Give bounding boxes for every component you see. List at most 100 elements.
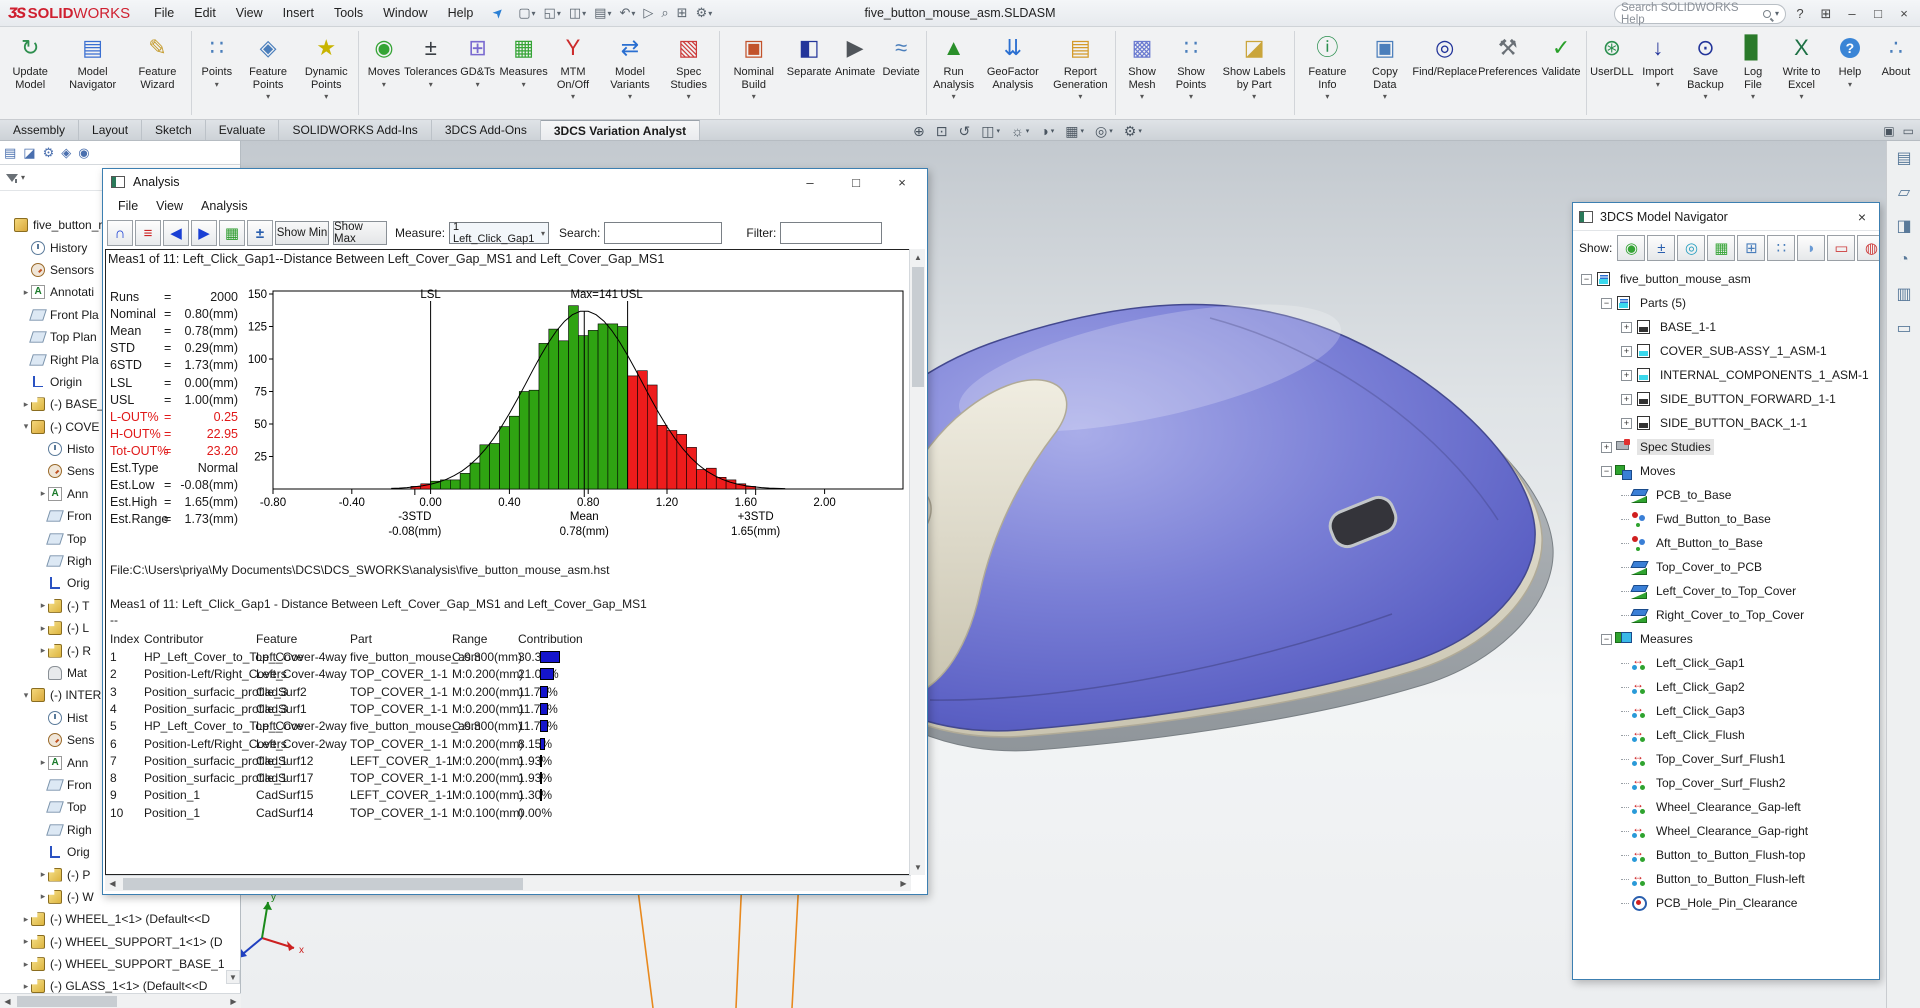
model-variants-button[interactable]: ⇄Model Variants▾ <box>599 29 660 117</box>
feature-manager-tab-icon-1[interactable]: ◪ <box>23 145 35 161</box>
feature-manager-tab-icon-0[interactable]: ▤ <box>4 145 16 161</box>
pane-icon[interactable]: ▭ <box>1903 124 1914 138</box>
expand-arrow-icon[interactable]: ▸ <box>21 399 31 410</box>
measure-select[interactable]: 1 Left_Click_Gap1 ▾ <box>449 222 549 244</box>
tab-3dcs-variation-analyst[interactable]: 3DCS Variation Analyst <box>541 120 700 140</box>
help-button[interactable]: ? <box>1788 3 1812 25</box>
forum-icon[interactable]: ▭ <box>1887 311 1920 345</box>
expand-arrow-icon[interactable]: ▸ <box>21 936 31 947</box>
analysis-minimize-button[interactable]: – <box>787 169 833 195</box>
navigator-item[interactable]: Top_Cover_Surf_Flush2 <box>1573 771 1881 795</box>
menu-insert[interactable]: Insert <box>273 0 324 27</box>
expand-arrow-icon[interactable]: ▾ <box>21 690 31 701</box>
analysis-scroll-right-button[interactable]: ▶ <box>896 876 911 891</box>
filter-caret-icon[interactable]: ▾ <box>21 173 25 182</box>
analysis-close-button[interactable]: × <box>879 169 925 195</box>
close-button[interactable]: × <box>1892 3 1916 25</box>
navigator-item[interactable]: +Spec Studies <box>1573 435 1881 459</box>
navigator-item[interactable]: −Parts (5) <box>1573 291 1881 315</box>
deviate-button[interactable]: ≈Deviate <box>878 29 924 117</box>
analysis-scroll-left-button[interactable]: ◀ <box>105 876 120 891</box>
tab-solidworks-add-ins[interactable]: SOLIDWORKS Add-Ins <box>279 120 431 140</box>
analysis-menu-view[interactable]: View <box>147 199 192 213</box>
next-measure-icon[interactable]: ▶ <box>191 220 217 246</box>
print-icon[interactable]: ▤▾ <box>590 5 615 21</box>
expand-arrow-icon[interactable]: ▸ <box>21 287 31 298</box>
expand-box-icon[interactable]: + <box>1621 418 1632 429</box>
spec-studies-button[interactable]: ▧Spec Studies▾ <box>661 29 717 117</box>
expand-arrow-icon[interactable]: ▸ <box>38 623 48 634</box>
gd-ts-button[interactable]: ⊞GD&Ts▾ <box>455 29 501 117</box>
section-view-icon[interactable]: ◫▾ <box>981 123 1000 140</box>
geofactor-analysis-button[interactable]: ⇊GeoFactor Analysis <box>978 29 1047 117</box>
navigator-item[interactable]: PCB_Hole_Pin_Clearance <box>1573 891 1881 915</box>
menu-tools[interactable]: Tools <box>324 0 373 27</box>
expand-box-icon[interactable]: + <box>1621 322 1632 333</box>
analysis-filter-input[interactable] <box>780 222 882 244</box>
userdll-button[interactable]: ⊛UserDLL <box>1589 29 1635 117</box>
show-spec-icon[interactable]: ▭ <box>1827 235 1855 261</box>
expand-arrow-icon[interactable]: ▸ <box>21 959 31 970</box>
options-icon[interactable]: ⚙▾ <box>692 5 717 21</box>
analysis-search-input[interactable] <box>604 222 722 244</box>
navigator-item[interactable]: Wheel_Clearance_Gap-left <box>1573 795 1881 819</box>
navigator-item[interactable]: −Measures <box>1573 627 1881 651</box>
appearance-icon[interactable]: ☼▾ <box>1011 123 1029 139</box>
tab-evaluate[interactable]: Evaluate <box>206 120 280 140</box>
navigator-item[interactable]: +SIDE_BUTTON_BACK_1-1 <box>1573 411 1881 435</box>
show-points-button[interactable]: ∷Show Points▾ <box>1166 29 1216 117</box>
navigator-item[interactable]: PCB_to_Base <box>1573 483 1881 507</box>
show-deviate-icon[interactable]: ◍ <box>1857 235 1879 261</box>
app-options-button[interactable]: ⊞ <box>1814 3 1838 25</box>
navigator-item[interactable]: Fwd_Button_to_Base <box>1573 507 1881 531</box>
feature-manager-tab-icon-4[interactable]: ◉ <box>78 145 89 161</box>
navigator-item[interactable]: Top_Cover_Surf_Flush1 <box>1573 747 1881 771</box>
feature-info-button[interactable]: ⓘFeature Info▾ <box>1297 29 1358 117</box>
analysis-maximize-button[interactable]: □ <box>833 169 879 195</box>
custom-properties-icon[interactable]: ▥ <box>1887 277 1920 311</box>
expand-arrow-icon[interactable]: ▸ <box>21 914 31 925</box>
help-button[interactable]: ?Help▾ <box>1827 29 1873 117</box>
import-button[interactable]: ↓Import▾ <box>1635 29 1681 117</box>
log-file-button[interactable]: ▊Log File▾ <box>1730 29 1776 117</box>
collapse-box-icon[interactable]: − <box>1601 298 1612 309</box>
analysis-scroll-up-button[interactable]: ▲ <box>910 249 926 265</box>
navigator-item[interactable]: Button_to_Button_Flush-top <box>1573 843 1881 867</box>
navigator-item[interactable]: −five_button_mouse_asm <box>1573 267 1881 291</box>
open-icon[interactable]: ◱▾ <box>540 5 565 21</box>
show-moves-icon[interactable]: ◉ <box>1617 235 1645 261</box>
navigator-title-bar[interactable]: 3DCS Model Navigator × <box>1573 203 1879 231</box>
minimize-button[interactable]: – <box>1840 3 1864 25</box>
expand-arrow-icon[interactable]: ▸ <box>38 891 48 902</box>
nominal-build-button[interactable]: ▣Nominal Build▾ <box>721 29 786 117</box>
expand-arrow-icon[interactable]: ▸ <box>38 645 48 656</box>
tree-scrollbar-thumb[interactable] <box>17 996 117 1007</box>
show-surfaces-icon[interactable]: ◗ <box>1797 235 1825 261</box>
navigator-item[interactable]: Wheel_Clearance_Gap-right <box>1573 819 1881 843</box>
new-doc-icon[interactable]: ▢▾ <box>514 5 539 21</box>
about-button[interactable]: ∴About <box>1873 29 1919 117</box>
show-labels-by-part-button[interactable]: ◪Show Labels by Part▾ <box>1216 29 1292 117</box>
menu-window[interactable]: Window <box>373 0 437 27</box>
show-gdt-icon[interactable]: ◎ <box>1677 235 1705 261</box>
view-palette-icon[interactable]: ◨ <box>1887 209 1920 243</box>
previous-view-icon[interactable]: ↺ <box>958 123 970 140</box>
find-replace-button[interactable]: ◎Find/Replace <box>1412 29 1477 117</box>
mtm-on-off-button[interactable]: YMTM On/Off▾ <box>547 29 600 117</box>
analysis-menu-file[interactable]: File <box>109 199 147 213</box>
navigator-item[interactable]: Left_Click_Flush <box>1573 723 1881 747</box>
zoom-fit-icon[interactable]: ⊕ <box>913 123 925 140</box>
report-generation-button[interactable]: ▤Report Generation▾ <box>1047 29 1113 117</box>
feature-manager-tab-icon-3[interactable]: ◈ <box>61 145 71 161</box>
tree-item[interactable]: ▸(-) WHEEL_SUPPORT_1<1> (D <box>0 931 241 953</box>
hlm-chart-icon[interactable]: ≡ <box>135 220 161 246</box>
separate-button[interactable]: ◧Separate <box>786 29 832 117</box>
expand-arrow-icon[interactable]: ▸ <box>38 757 48 768</box>
analysis-horizontal-scrollbar[interactable]: ◀ ▶ <box>105 875 911 891</box>
validate-button[interactable]: ✓Validate <box>1538 29 1584 117</box>
menu-view[interactable]: View <box>226 0 273 27</box>
run-analysis-button[interactable]: ▲Run Analysis▾ <box>929 29 978 117</box>
tolerances-button[interactable]: ±Tolerances▾ <box>407 29 455 117</box>
expand-box-icon[interactable]: + <box>1621 370 1632 381</box>
save-backup-button[interactable]: ⊙Save Backup▾ <box>1681 29 1730 117</box>
